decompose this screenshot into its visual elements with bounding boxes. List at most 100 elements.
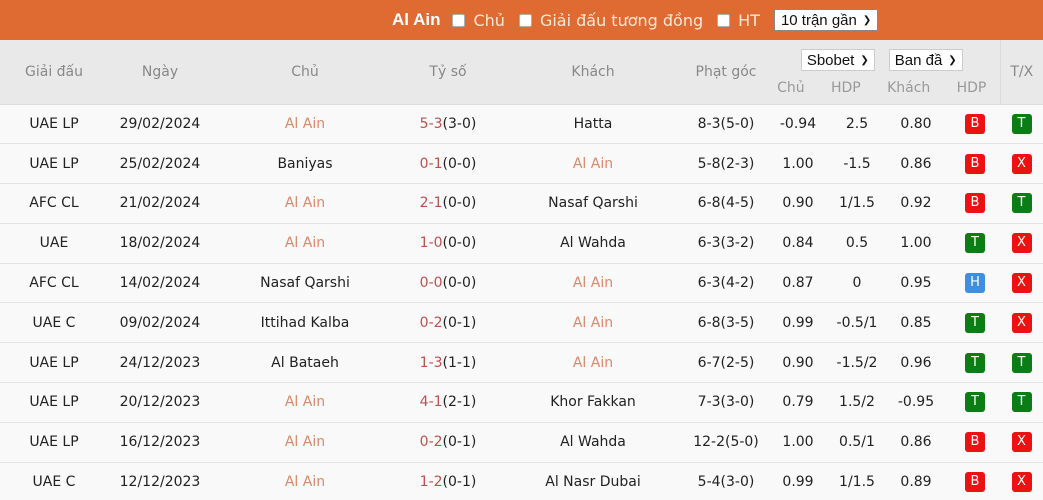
tx-result-badge: X (1011, 153, 1032, 174)
full-time-score: 0-1 (419, 155, 443, 172)
full-time-score: 5-3 (419, 115, 443, 132)
tx-result-cell: T (1000, 103, 1043, 144)
tx-result-badge: T (1011, 113, 1032, 134)
hdp-result-badge: B (965, 432, 985, 453)
filter-ht-checkbox[interactable]: HT (717, 11, 760, 30)
away-team-cell[interactable]: Al Ain (498, 262, 688, 303)
match-count-select[interactable]: 10 trận gần ❯ (773, 9, 879, 31)
filter-home-checkbox[interactable]: Chủ (452, 10, 505, 30)
odds-hdp-cell: 0 (832, 262, 882, 303)
odds-home-cell: 0.90 (764, 183, 832, 224)
filter-home-label: Chủ (473, 10, 505, 30)
corners-cell: 5-4(3-0) (688, 461, 764, 500)
odds-away-cell: 0.86 (882, 143, 950, 184)
hdp-result-cell: H (950, 262, 1000, 303)
odds-home-cell: 0.90 (764, 342, 832, 383)
chevron-down-icon: ❯ (948, 54, 957, 66)
score-cell: 0-2(0-1) (398, 302, 498, 343)
tx-result-cell: X (1000, 421, 1043, 463)
filter-same-league-checkbox[interactable]: Giải đấu tương đồng (518, 10, 704, 30)
odds-hdp-cell: 1/1.5 (832, 183, 882, 224)
checkbox-icon[interactable] (518, 13, 532, 27)
match-row: AFC CL 21/02/2024 Al Ain 2-1(0-0) Nasaf Qars… (0, 183, 1043, 224)
home-team-cell[interactable]: Al Ain (212, 461, 398, 500)
corners-cell: 6-7(2-5) (688, 342, 764, 383)
home-team-cell[interactable]: Al Ain (212, 183, 398, 224)
match-row: UAE LP 20/12/2023 Al Ain 4-1(2-1) Khor Fakka… (0, 382, 1043, 423)
score-cell: 0-0(0-0) (398, 262, 498, 303)
hdp-result-cell: B (950, 421, 1000, 463)
away-team-cell[interactable]: Al Ain (498, 143, 688, 184)
checkbox-icon[interactable] (717, 13, 731, 27)
tx-result-cell: X (1000, 461, 1043, 500)
away-team-cell[interactable]: Nasaf Qarshi (498, 183, 688, 224)
odds-hdp-cell: -0.5/1 (832, 302, 882, 343)
hdp-result-badge: T (965, 392, 985, 413)
full-time-score: 1-0 (419, 235, 443, 252)
tx-result-cell: X (1000, 262, 1043, 303)
header-date: Ngày (108, 40, 212, 104)
hdp-result-cell: T (950, 382, 1000, 423)
away-team-cell[interactable]: Al Wahda (498, 421, 688, 463)
odds-type-select[interactable]: Ban đầ ❯ (888, 49, 963, 71)
header-odds-home: Chủ (777, 80, 805, 96)
half-time-score: (1-1) (442, 354, 477, 371)
home-team-cell[interactable]: Ittihad Kalba (212, 302, 398, 343)
away-team-cell[interactable]: Hatta (498, 103, 688, 144)
half-time-score: (2-1) (442, 394, 477, 411)
score-cell: 2-1(0-0) (398, 183, 498, 224)
away-team-cell[interactable]: Al Ain (498, 342, 688, 383)
odds-away-cell: 0.85 (882, 302, 950, 343)
odds-away-cell: -0.95 (882, 382, 950, 423)
home-team-cell[interactable]: Nasaf Qarshi (212, 262, 398, 303)
header-away: Khách (498, 40, 688, 104)
odds-hdp-cell: -1.5/2 (832, 342, 882, 383)
odds-home-cell: 1.00 (764, 143, 832, 184)
match-row: UAE LP 24/12/2023 Al Bataeh 1-3(1-1) Al Ain 6… (0, 342, 1043, 383)
hdp-result-badge: T (965, 233, 985, 254)
filter-same-league-label: Giải đấu tương đồng (539, 10, 704, 30)
home-team-cell[interactable]: Al Ain (212, 382, 398, 423)
home-team-cell[interactable]: Al Bataeh (212, 342, 398, 383)
corners-cell: 6-3(3-2) (688, 222, 764, 264)
hdp-result-cell: T (950, 222, 1000, 264)
corners-cell: 12-2(5-0) (688, 421, 764, 463)
hdp-result-cell: B (950, 103, 1000, 144)
away-team-cell[interactable]: Al Ain (498, 302, 688, 343)
hdp-result-badge: B (965, 472, 985, 493)
odds-away-cell: 0.92 (882, 183, 950, 224)
odds-away-cell: 0.95 (882, 262, 950, 303)
date-cell: 16/12/2023 (108, 421, 212, 463)
score-cell: 0-1(0-0) (398, 143, 498, 184)
odds-header: Sbobet ❯ Ban đầ ❯ Chủ HDP Khách HDP (764, 40, 1000, 104)
league-cell: UAE (0, 222, 108, 264)
full-time-score: 2-1 (419, 195, 443, 212)
checkbox-icon[interactable] (452, 13, 466, 27)
odds-home-cell: 0.99 (764, 461, 832, 500)
league-cell: UAE LP (0, 342, 108, 383)
hdp-result-badge: T (965, 352, 985, 373)
hdp-result-cell: B (950, 143, 1000, 184)
full-time-score: 0-2 (419, 434, 443, 451)
corners-cell: 8-3(5-0) (688, 103, 764, 144)
tx-result-badge: X (1011, 273, 1032, 294)
corners-cell: 6-8(4-5) (688, 183, 764, 224)
corners-cell: 5-8(2-3) (688, 143, 764, 184)
corners-cell: 6-3(4-2) (688, 262, 764, 303)
half-time-score: (0-0) (442, 195, 477, 212)
corners-cell: 6-8(3-5) (688, 302, 764, 343)
match-count-value: 10 trận gần (780, 11, 857, 29)
away-team-cell[interactable]: Al Nasr Dubai (498, 461, 688, 500)
header-tx: T/X (999, 40, 1043, 104)
home-team-cell[interactable]: Al Ain (212, 421, 398, 463)
tx-result-cell: T (1000, 342, 1043, 383)
bookmaker-select[interactable]: Sbobet ❯ (800, 49, 875, 71)
odds-away-cell: 0.89 (882, 461, 950, 500)
away-team-cell[interactable]: Al Wahda (498, 222, 688, 264)
chevron-down-icon: ❯ (862, 14, 872, 26)
tx-result-badge: X (1011, 472, 1032, 493)
home-team-cell[interactable]: Al Ain (212, 222, 398, 264)
away-team-cell[interactable]: Khor Fakkan (498, 382, 688, 423)
home-team-cell[interactable]: Baniyas (212, 143, 398, 184)
home-team-cell[interactable]: Al Ain (212, 103, 398, 144)
